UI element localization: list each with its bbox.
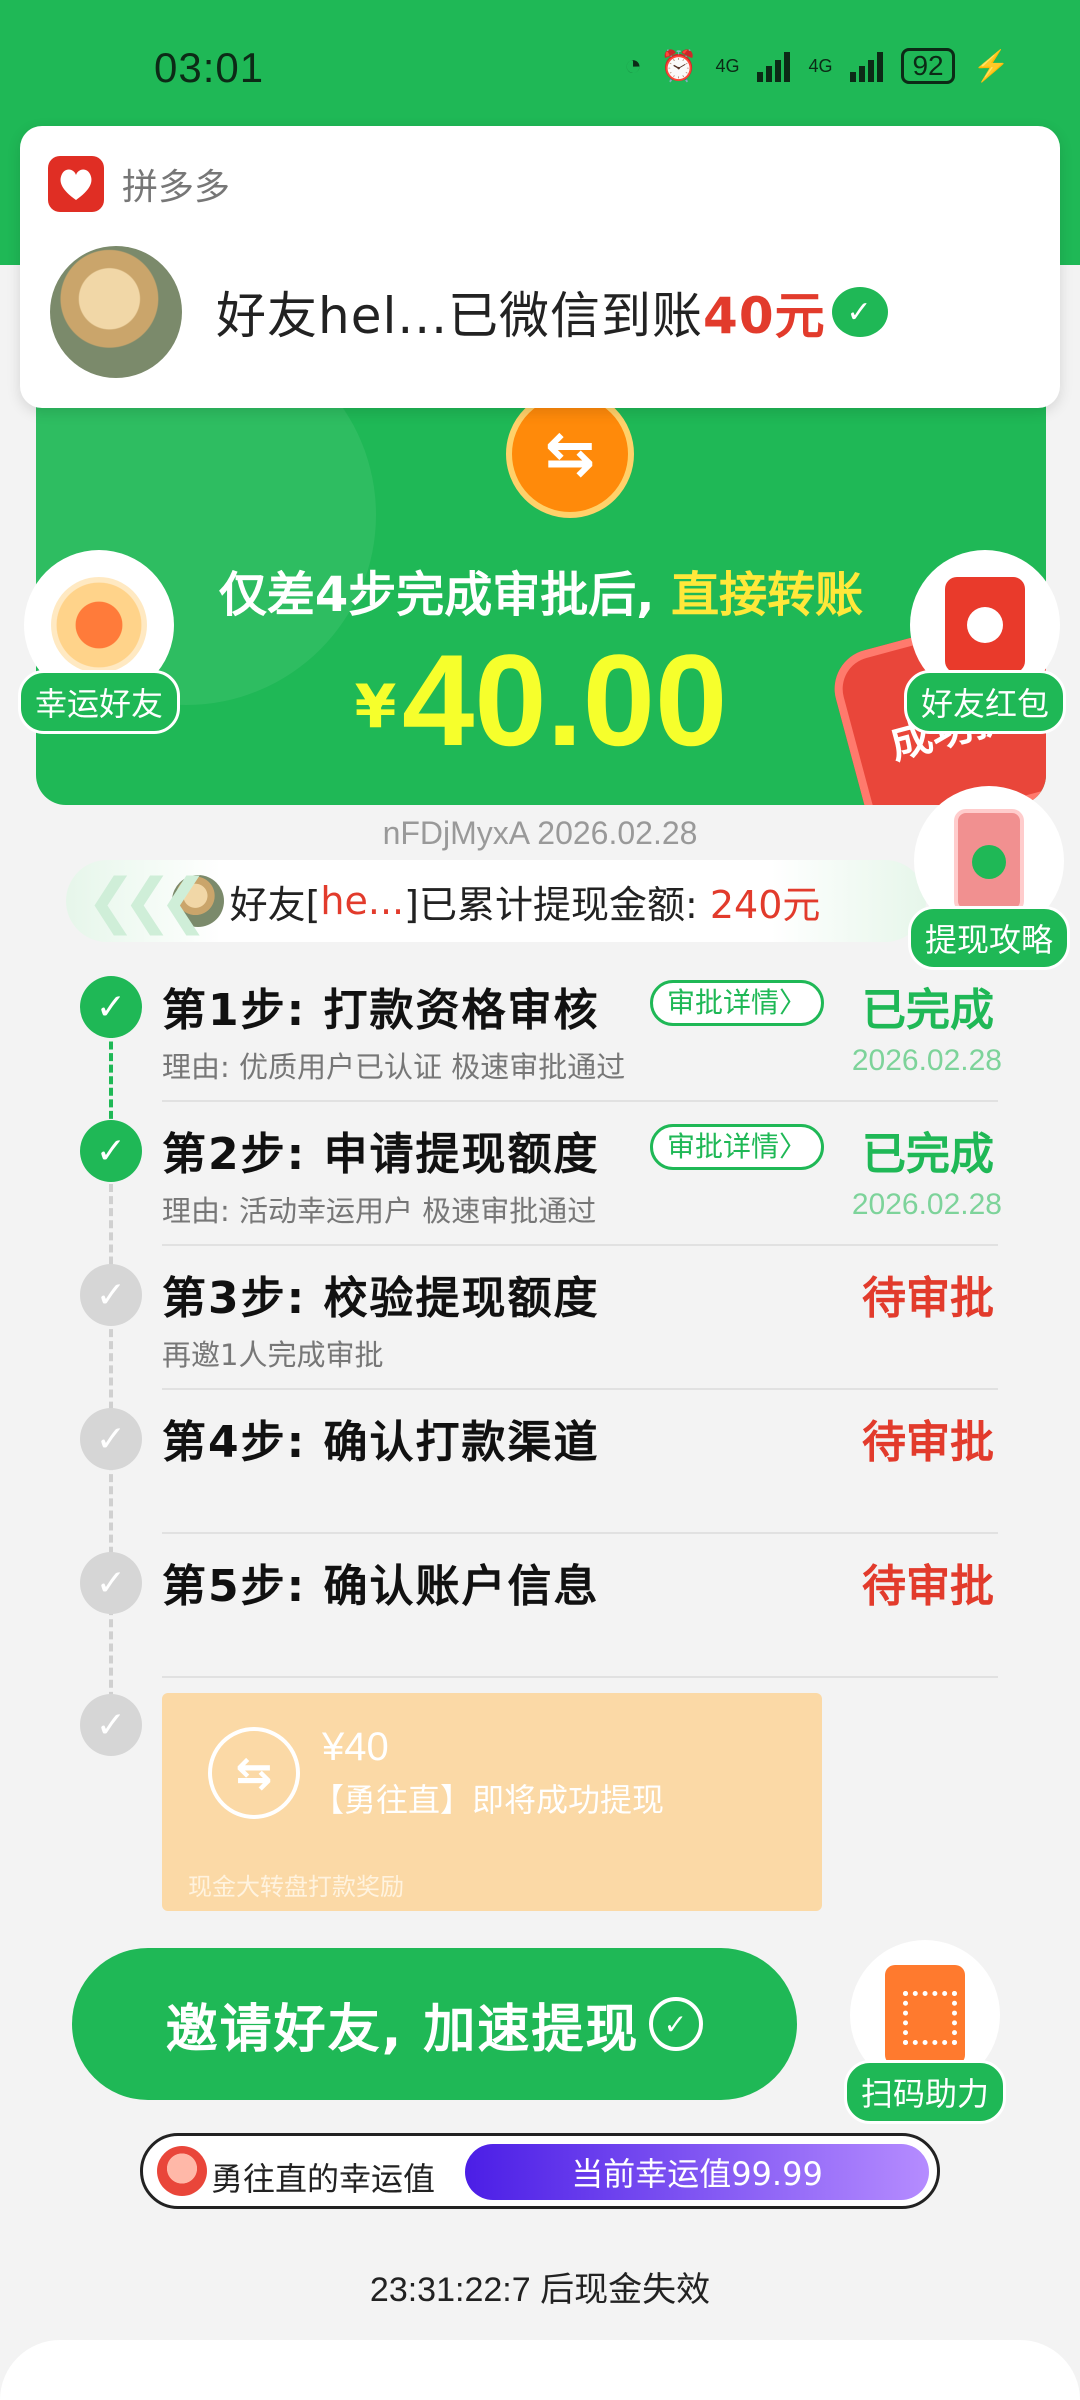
status-bar: 03:01 ◔ ⏰ 4G 4G 92 ⚡ xyxy=(0,0,1080,140)
summary-amount: 240元 xyxy=(709,882,821,927)
luck-value-bar: 勇往直的幸运值 当前幸运值99.99 xyxy=(140,2133,940,2209)
approval-detail-button[interactable]: 审批详情〉 xyxy=(650,980,825,1026)
lucky-friend-button[interactable]: 幸运好友 xyxy=(14,550,184,734)
transfer-icon: ⇆ xyxy=(208,1727,300,1819)
check-icon: ✓ xyxy=(80,1120,142,1182)
scan-help-label: 扫码助力 xyxy=(843,2060,1006,2124)
step-title: 第2步: 申请提现额度 xyxy=(162,1129,600,1180)
chevron-decoration-icon: ❮❮❮ xyxy=(86,866,209,936)
luck-value-text: 当前幸运值99.99 xyxy=(571,2155,823,2193)
network-1-label: 4G xyxy=(715,55,740,76)
step-title: 第3步: 校验提现额度 xyxy=(162,1273,600,1324)
step-date: 2026.02.28 xyxy=(851,1044,1002,1077)
invite-friends-button[interactable]: 邀请好友, 加速提现 ✓ xyxy=(72,1948,797,2100)
speed-icon: ◔ xyxy=(623,49,643,82)
reward-footer: 现金大转盘打款奖励 xyxy=(188,1873,404,1901)
step-divider xyxy=(162,1100,998,1102)
notification-app-name: 拼多多 xyxy=(122,167,231,208)
step-reason: 理由: 优质用户已认证 极速审批通过 xyxy=(162,1050,626,1084)
banner-title-prefix: 仅差4步完成审批后, xyxy=(218,567,655,623)
lucky-friend-label: 幸运好友 xyxy=(17,670,180,734)
pending-check-icon: ✓ xyxy=(80,1264,142,1326)
luck-progress: 当前幸运值99.99 xyxy=(465,2144,929,2200)
alarm-icon: ⏰ xyxy=(660,49,698,83)
banner-title: 仅差4步完成审批后, 直接转账 xyxy=(36,555,1046,625)
wechat-check-icon: ✓ xyxy=(831,287,888,337)
trophy-icon xyxy=(51,577,147,673)
friend-avatar xyxy=(50,246,182,378)
withdraw-guide-label: 提现攻略 xyxy=(907,906,1070,970)
pending-check-icon: ✓ xyxy=(80,1408,142,1470)
step-reason: 再邀1人完成审批 xyxy=(162,1338,384,1372)
charging-icon: ⚡ xyxy=(972,49,1010,83)
phone-icon xyxy=(954,809,1024,913)
red-packet-icon xyxy=(945,577,1025,673)
signal-1-icon xyxy=(757,50,791,82)
step-date: 2026.02.28 xyxy=(851,1188,1002,1221)
push-notification[interactable]: 拼多多 好友hel...已微信到账 40元 ✓ xyxy=(20,126,1060,408)
notification-amount: 40元 xyxy=(703,287,826,345)
pending-check-icon: ✓ xyxy=(80,1694,142,1756)
step-status: 待审批 xyxy=(862,1417,994,1468)
step-divider xyxy=(162,1388,998,1390)
summary-prefix: 好友[ xyxy=(229,882,321,927)
signal-2-icon xyxy=(850,50,884,82)
wechat-icon: ✓ xyxy=(649,1997,704,2051)
withdraw-summary: ❮❮❮ 好友[he...]已累计提现金额: 240元 xyxy=(66,860,926,942)
step-divider xyxy=(162,1676,998,1678)
currency-symbol: ¥ xyxy=(354,672,397,742)
luck-label: 勇往直的幸运值 xyxy=(211,2160,436,2198)
notification-message: 好友hel...已微信到账 40元 ✓ xyxy=(216,276,888,348)
expiry-countdown: 23:31:22:7 后现金失效 xyxy=(369,2271,711,2309)
notification-app: 拼多多 xyxy=(48,156,230,212)
step-status: 待审批 xyxy=(862,1561,994,1612)
pinduoduo-app-icon xyxy=(48,156,104,212)
status-time: 03:01 xyxy=(154,44,265,91)
check-icon: ✓ xyxy=(80,976,142,1038)
status-icons: ◔ ⏰ 4G 4G 92 ⚡ xyxy=(624,48,1010,84)
summary-name: he... xyxy=(320,879,405,923)
step-title: 第1步: 打款资格审核 xyxy=(162,985,600,1036)
step-reason: 理由: 活动幸运用户 极速审批通过 xyxy=(162,1194,597,1228)
step-divider xyxy=(162,1244,998,1246)
user-avatar xyxy=(157,2146,207,2196)
step-status: 已完成 xyxy=(862,1129,994,1180)
step-divider xyxy=(162,1532,998,1534)
network-2-label: 4G xyxy=(808,55,833,76)
invite-button-label: 邀请好友, 加速提现 xyxy=(165,1999,640,2060)
battery-indicator: 92 xyxy=(901,48,955,84)
transfer-icon: ⇆ xyxy=(506,390,634,518)
summary-middle: ]已累计提现金额: xyxy=(404,882,698,927)
step-status: 已完成 xyxy=(862,985,994,1036)
approval-detail-button[interactable]: 审批详情〉 xyxy=(650,1124,825,1170)
step-status: 待审批 xyxy=(862,1273,994,1324)
pending-check-icon: ✓ xyxy=(80,1552,142,1614)
friend-redpacket-label: 好友红包 xyxy=(903,670,1066,734)
step-title: 第4步: 确认打款渠道 xyxy=(162,1417,600,1468)
qr-code-icon xyxy=(885,1965,965,2065)
bottom-sheet xyxy=(0,2340,1080,2400)
reward-amount: ¥40 xyxy=(322,1725,389,1769)
amount-value: 40.00 xyxy=(402,627,728,773)
reward-card: ⇆ ¥40 【勇往直】即将成功提现 现金大转盘打款奖励 xyxy=(162,1693,822,1911)
friend-redpacket-button[interactable]: 好友红包 xyxy=(900,550,1070,734)
notification-message-text: 好友hel...已微信到账 xyxy=(216,287,704,345)
scan-help-button[interactable]: 扫码助力 xyxy=(830,1940,1020,2124)
withdraw-guide-button[interactable]: 提现攻略 xyxy=(904,786,1074,970)
banner-title-highlight: 直接转账 xyxy=(654,567,864,623)
reward-text: 【勇往直】即将成功提现 xyxy=(312,1781,665,1819)
step-title: 第5步: 确认账户信息 xyxy=(162,1561,600,1612)
